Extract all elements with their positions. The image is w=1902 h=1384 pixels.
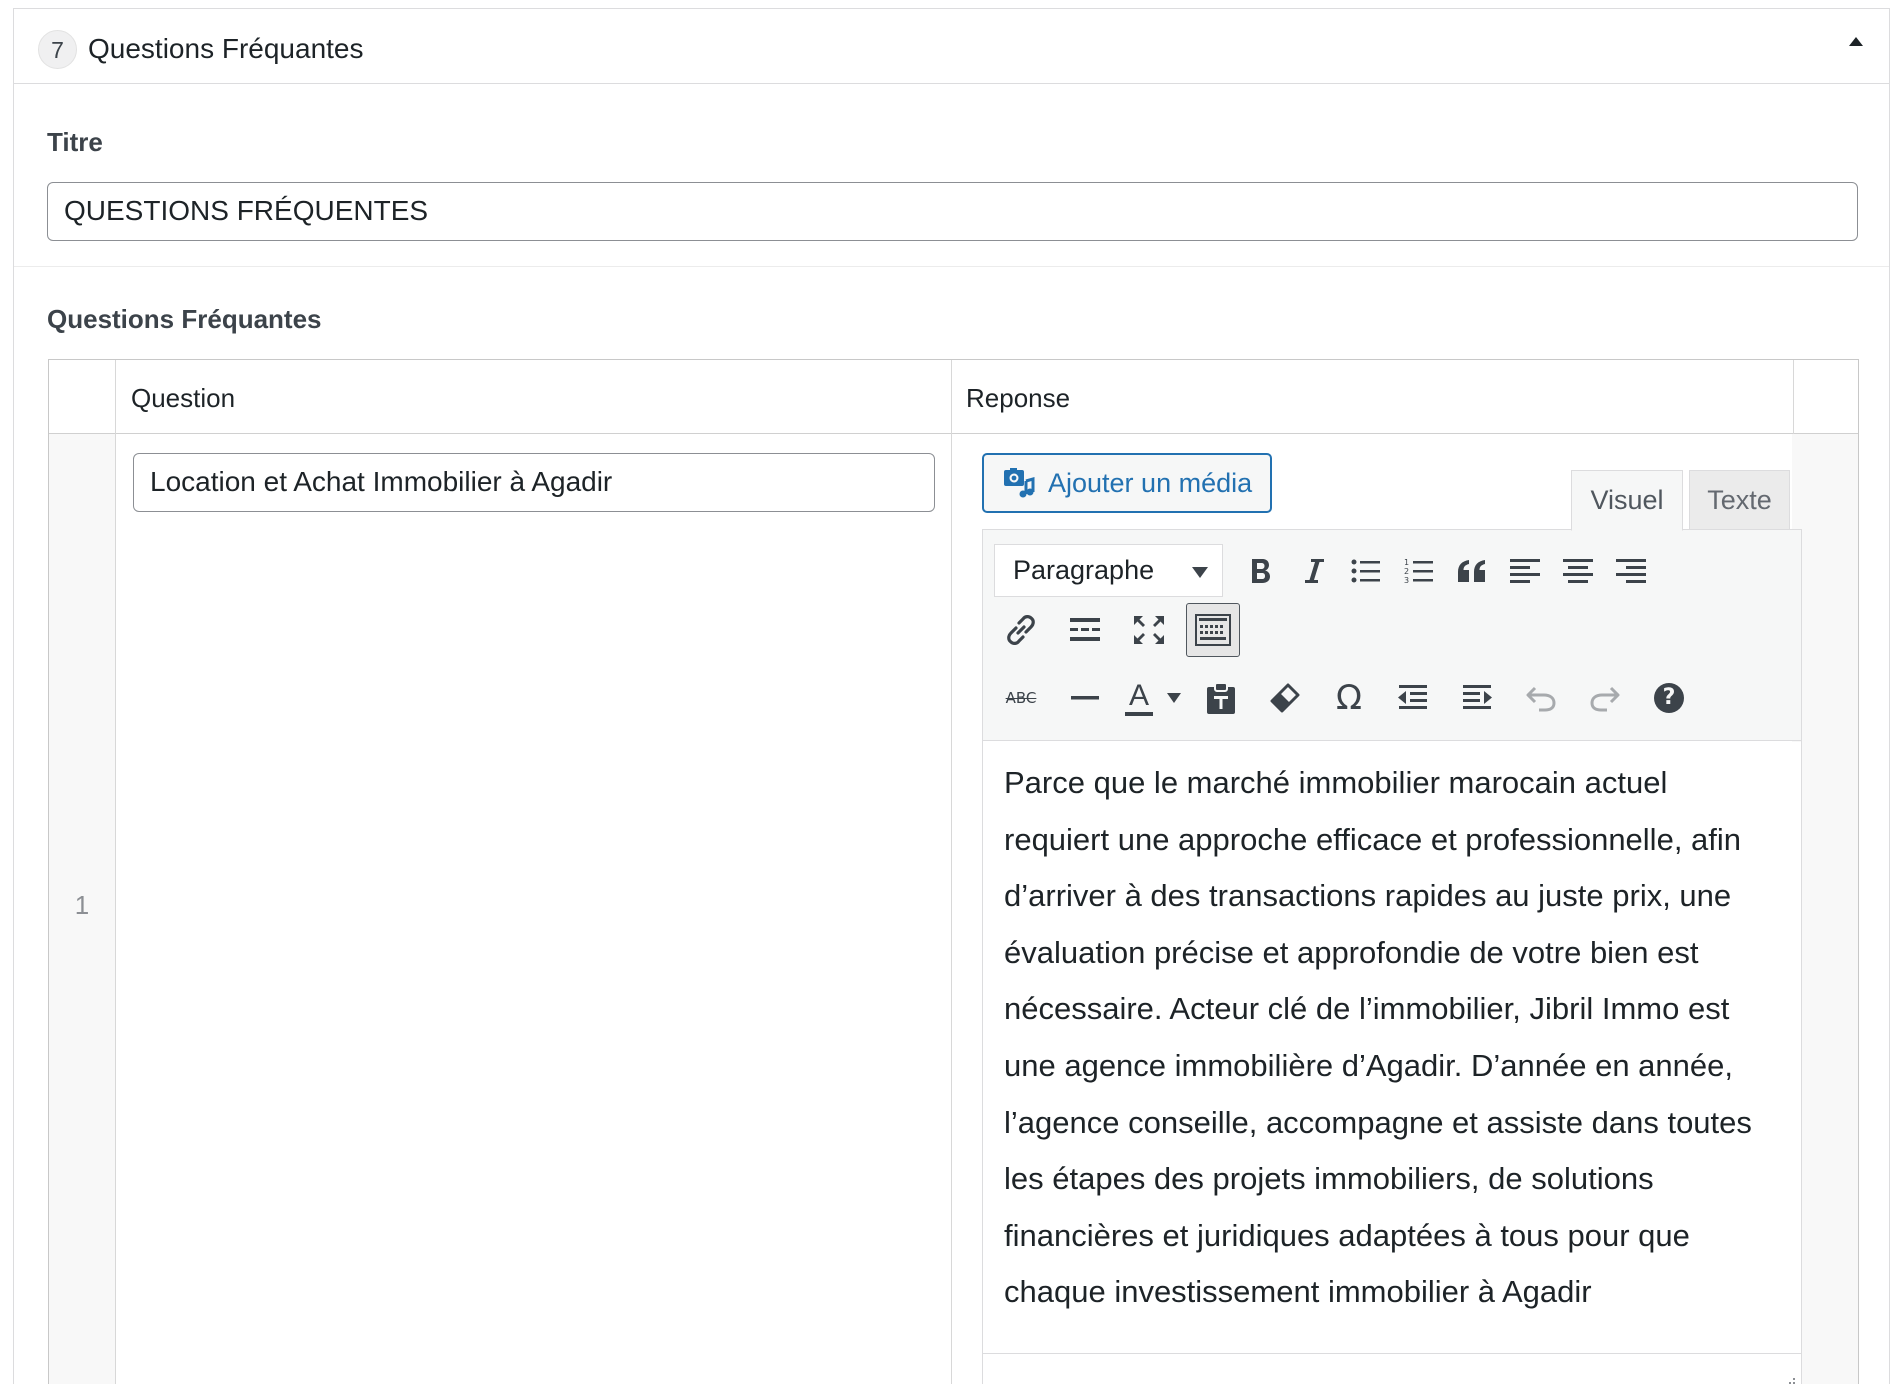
numbered-list-icon: 123 (1404, 558, 1433, 585)
align-left-icon (1510, 559, 1540, 583)
titre-input[interactable]: QUESTIONS FRÉQUENTES (47, 182, 1858, 241)
collapse-arrow-icon[interactable] (1849, 37, 1863, 46)
column-divider (115, 360, 116, 1384)
chevron-down-icon (1167, 693, 1181, 703)
titre-label: Titre (47, 127, 103, 157)
section-number-badge: 7 (38, 30, 77, 69)
text-color-button[interactable]: A (1114, 671, 1164, 725)
fullscreen-icon (1134, 616, 1164, 644)
align-center-icon (1563, 559, 1593, 583)
paste-as-text-icon (1207, 682, 1235, 714)
read-more-icon (1070, 618, 1100, 641)
section-header[interactable]: 7 Questions Fréquantes (14, 9, 1889, 84)
link-icon (1007, 615, 1035, 645)
chevron-down-icon (1192, 567, 1208, 578)
help-icon: ? (1654, 683, 1684, 713)
tab-visuel[interactable]: Visuel (1571, 470, 1683, 531)
outdent-icon (1398, 685, 1427, 709)
undo-icon (1526, 686, 1556, 712)
editor-content-area[interactable]: Parce que le marché immobilier marocain … (983, 742, 1801, 1354)
redo-button[interactable] (1578, 671, 1632, 725)
link-button[interactable] (994, 603, 1048, 657)
fullscreen-button[interactable] (1122, 603, 1176, 657)
toolbar-toggle-icon (1195, 614, 1231, 646)
format-select-value: Paragraphe (1013, 555, 1155, 585)
bullet-list-icon (1351, 559, 1380, 583)
blockquote-icon (1458, 560, 1485, 582)
toolbar-toggle-button[interactable] (1186, 603, 1240, 657)
italic-icon (1305, 559, 1324, 583)
bold-icon (1252, 559, 1270, 583)
strikethrough-icon: ABC (1005, 689, 1037, 707)
align-right-button[interactable] (1604, 544, 1658, 598)
format-select[interactable]: Paragraphe (994, 544, 1223, 597)
editor-status-bar (983, 1353, 1801, 1384)
align-left-button[interactable] (1498, 544, 1552, 598)
numbered-list-button[interactable]: 123 (1392, 544, 1446, 598)
titre-field: Titre QUESTIONS FRÉQUENTES (14, 85, 1889, 267)
blockquote-button[interactable] (1445, 544, 1499, 598)
outdent-button[interactable] (1386, 671, 1440, 725)
resize-handle-icon[interactable] (1779, 1376, 1797, 1384)
read-more-button[interactable] (1058, 603, 1112, 657)
horizontal-line-button[interactable] (1058, 671, 1112, 725)
bold-button[interactable] (1234, 544, 1288, 598)
indent-button[interactable] (1450, 671, 1504, 725)
column-divider (951, 360, 952, 1384)
question-input[interactable]: Location et Achat Immobilier à Agadir (133, 453, 935, 512)
help-button[interactable]: ? (1642, 671, 1696, 725)
bullet-list-button[interactable] (1339, 544, 1393, 598)
special-character-icon: Ω (1336, 678, 1362, 718)
undo-button[interactable] (1514, 671, 1568, 725)
text-color-dropdown[interactable] (1160, 671, 1188, 725)
special-character-button[interactable]: Ω (1322, 671, 1376, 725)
column-header-question: Question (131, 383, 236, 413)
italic-button[interactable] (1287, 544, 1341, 598)
svg-text:3: 3 (1404, 576, 1409, 585)
add-media-button[interactable]: Ajouter un média (982, 453, 1272, 513)
indent-icon (1463, 685, 1492, 709)
column-header-reponse: Reponse (966, 383, 1071, 413)
horizontal-line-icon (1071, 696, 1099, 700)
clear-formatting-icon (1270, 683, 1300, 713)
repeater-header-row: Question Reponse (49, 360, 1858, 434)
paste-as-text-button[interactable] (1194, 671, 1248, 725)
redo-icon (1590, 686, 1620, 712)
section-title: Questions Fréquantes (88, 33, 364, 64)
svg-text:1: 1 (1404, 558, 1409, 567)
tab-texte[interactable]: Texte (1689, 470, 1790, 531)
align-center-button[interactable] (1551, 544, 1605, 598)
row-index: 1 (74, 890, 90, 920)
faq-section-panel: 7 Questions Fréquantes Titre QUESTIONS F… (13, 8, 1890, 1384)
faq-repeater-table: Question Reponse 1 Location et Achat Imm… (48, 359, 1859, 1384)
rich-text-editor: Paragraphe 123 ABC A Ω ? Parce que le ma… (982, 529, 1802, 1384)
faq-field-label: Questions Fréquantes (47, 304, 322, 334)
strikethrough-button[interactable]: ABC (994, 671, 1048, 725)
editor-toolbar: Paragraphe 123 ABC A Ω ? (983, 530, 1801, 741)
align-right-icon (1616, 559, 1646, 583)
svg-text:2: 2 (1404, 567, 1409, 576)
row-handle[interactable]: 1 (49, 434, 115, 1384)
text-color-icon: A (1124, 680, 1153, 716)
clear-formatting-button[interactable] (1258, 671, 1312, 725)
add-media-icon (1004, 468, 1035, 498)
add-media-label: Ajouter un média (1048, 467, 1253, 498)
